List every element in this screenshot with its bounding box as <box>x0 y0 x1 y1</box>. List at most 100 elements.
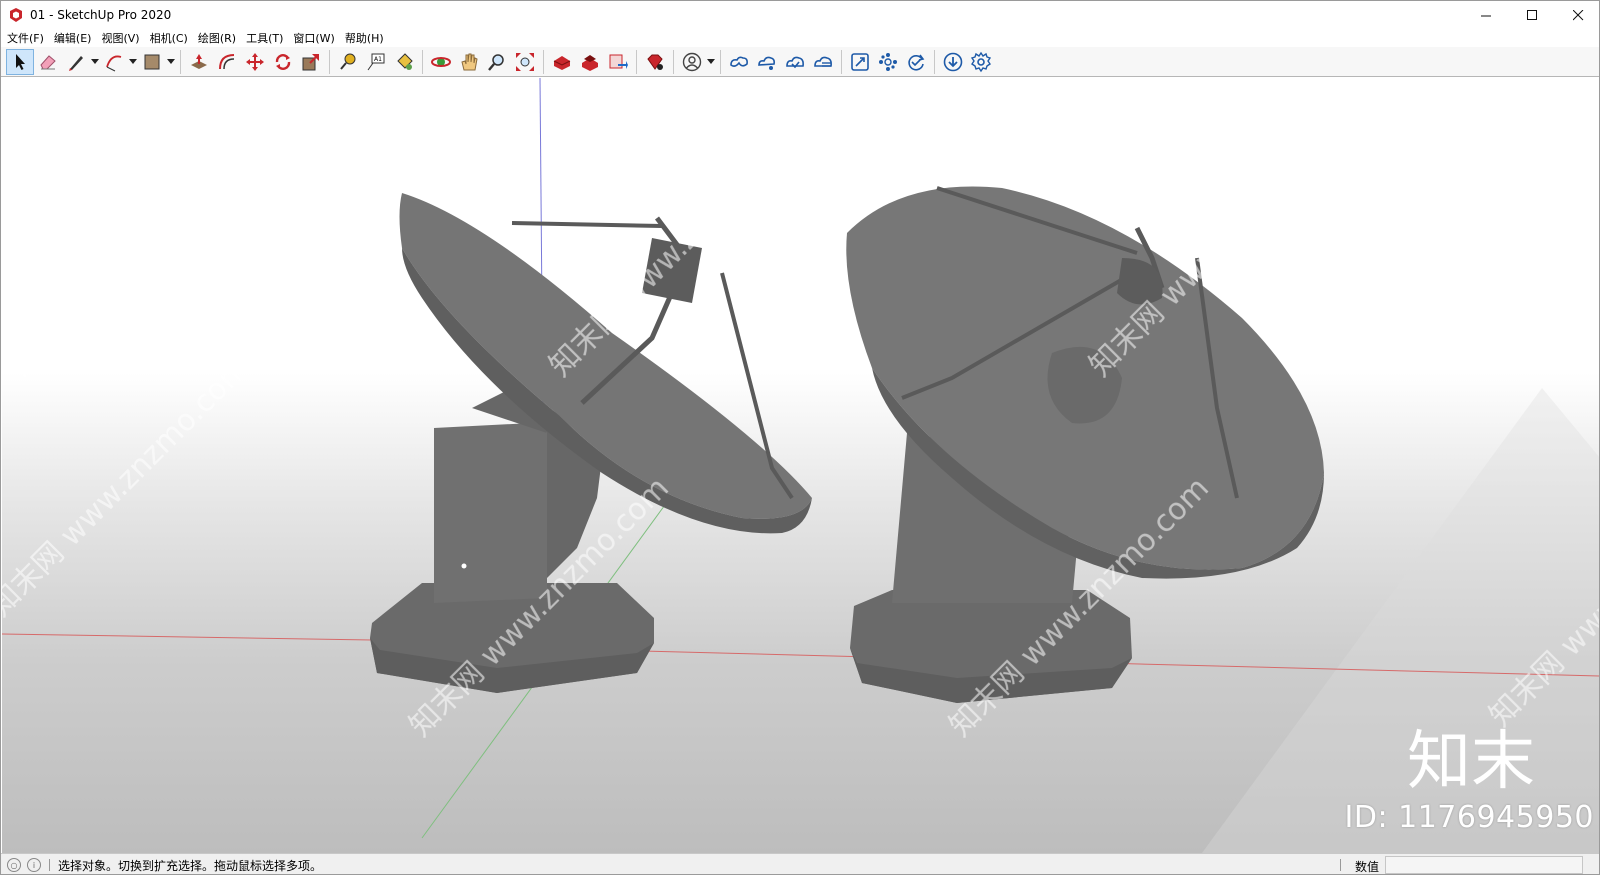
cloud-list-icon <box>814 56 832 67</box>
line-tool-button[interactable] <box>62 49 90 75</box>
arc-tool-dropdown[interactable] <box>128 49 138 75</box>
orbit-tool-button[interactable] <box>427 49 455 75</box>
paint-bucket-tool-button[interactable] <box>390 49 418 75</box>
account-dropdown[interactable] <box>706 49 716 75</box>
toolbar-divider <box>720 49 721 74</box>
arc-icon <box>106 55 122 71</box>
extension-warehouse-button[interactable] <box>576 49 604 75</box>
chevron-down-icon <box>167 58 175 64</box>
send-to-layout-button[interactable] <box>604 49 632 75</box>
zoom-extents-tool-button[interactable] <box>511 49 539 75</box>
line-tool-dropdown[interactable] <box>90 49 100 75</box>
move-tool-button[interactable] <box>241 49 269 75</box>
eraser-icon <box>40 54 56 69</box>
measurements-label: 数值 <box>1354 860 1379 874</box>
pencil-line-icon <box>69 55 83 71</box>
tape-measure-icon <box>340 53 356 70</box>
shape-tool-dropdown[interactable] <box>166 49 176 75</box>
push-pull-tool-button[interactable] <box>185 49 213 75</box>
move-icon <box>246 52 264 71</box>
toolbar-divider <box>934 49 935 74</box>
status-divider <box>49 859 50 871</box>
pan-hand-icon <box>461 53 478 70</box>
rotate-tool-button[interactable] <box>269 49 297 75</box>
menu-file[interactable]: 文件(F) <box>1 30 49 46</box>
title-bar: 01 - SketchUp Pro 2020 <box>1 1 1599 29</box>
menu-window[interactable]: 窗口(W) <box>288 30 339 46</box>
zoom-icon <box>488 53 504 71</box>
menu-view[interactable]: 视图(V) <box>96 30 144 46</box>
cloud-share-icon <box>758 56 775 70</box>
close-icon <box>1572 9 1583 20</box>
toolbar-divider <box>329 49 330 74</box>
svg-text:A1: A1 <box>374 56 382 63</box>
status-hint-text: 选择对象。切换到扩充选择。拖动鼠标选择多项。 <box>58 858 323 873</box>
select-tool-button[interactable] <box>6 48 34 75</box>
settings-button[interactable] <box>967 49 995 75</box>
3d-warehouse-button[interactable] <box>548 49 576 75</box>
cloud-open-button[interactable] <box>781 49 809 75</box>
close-button[interactable] <box>1555 1 1599 29</box>
cloud-share-button[interactable] <box>753 49 781 75</box>
status-bar: ○ i 选择对象。切换到扩充选择。拖动鼠标选择多项。 数值 <box>1 853 1599 874</box>
cloud-open-icon <box>786 56 804 68</box>
shape-tool-button[interactable] <box>138 49 166 75</box>
geo-location-icon[interactable]: ○ <box>7 858 21 872</box>
menu-tools[interactable]: 工具(T) <box>241 30 288 46</box>
trimble-connect-button[interactable] <box>725 49 753 75</box>
zoom-extents-icon <box>516 52 534 71</box>
ruby-console-button[interactable] <box>641 49 669 75</box>
offset-tool-button[interactable] <box>213 49 241 75</box>
window-title: 01 - SketchUp Pro 2020 <box>30 8 172 22</box>
scale-tool-button[interactable] <box>297 49 325 75</box>
toolbar-divider <box>636 49 637 74</box>
text-label-icon: A1 <box>367 53 385 70</box>
menu-draw[interactable]: 绘图(R) <box>193 30 241 46</box>
toolbar-divider <box>543 49 544 74</box>
orbit-icon <box>431 56 451 67</box>
satellite-dish-left <box>370 193 812 693</box>
eraser-tool-button[interactable] <box>34 49 62 75</box>
watermark-text: 知末网 www.znzmo.com <box>543 111 816 384</box>
download-icon <box>943 52 963 71</box>
chevron-down-icon <box>707 58 715 64</box>
measurements-input[interactable] <box>1385 856 1583 874</box>
trimble-connect-icon <box>730 56 748 67</box>
account-button[interactable] <box>678 49 706 75</box>
maximize-button[interactable] <box>1509 1 1555 29</box>
minimize-button[interactable] <box>1463 1 1509 29</box>
fullscreen-button[interactable] <box>846 49 874 75</box>
sketchup-logo-icon <box>10 8 22 22</box>
rectangle-shape-icon <box>144 54 160 69</box>
asset-id-label: ID: 1176945950 <box>1344 800 1594 835</box>
offset-icon <box>219 53 235 69</box>
maximize-icon <box>1526 9 1537 20</box>
pan-tool-button[interactable] <box>455 49 483 75</box>
text-tool-button[interactable]: A1 <box>362 49 390 75</box>
toolbar-divider <box>673 49 674 74</box>
arc-tool-button[interactable] <box>100 49 128 75</box>
menu-bar: 文件(F) 编辑(E) 视图(V) 相机(C) 绘图(R) 工具(T) 窗口(W… <box>1 29 1599 47</box>
warehouse-icon <box>553 55 571 70</box>
rotate-icon <box>275 53 291 70</box>
download-button[interactable] <box>939 49 967 75</box>
menu-help[interactable]: 帮助(H) <box>340 30 389 46</box>
sync-check-button[interactable] <box>902 49 930 75</box>
zoom-tool-button[interactable] <box>483 49 511 75</box>
info-icon[interactable]: i <box>27 858 41 872</box>
menu-camera[interactable]: 相机(C) <box>145 30 193 46</box>
account-icon <box>682 52 702 71</box>
components-button[interactable] <box>874 49 902 75</box>
chevron-down-icon <box>91 58 99 64</box>
menu-edit[interactable]: 编辑(E) <box>49 30 97 46</box>
modeling-viewport[interactable]: 知末网 www.znzmo.com 知末网 www.znzmo.com 知末网 … <box>2 78 1599 853</box>
watermark-text: 知末网 www.znzmo.com <box>2 351 256 624</box>
chevron-down-icon <box>129 58 137 64</box>
scene-drawing: 知末网 www.znzmo.com 知末网 www.znzmo.com 知末网 … <box>2 78 1599 853</box>
sketchup-window: 01 - SketchUp Pro 2020 文件(F) 编辑(E) 视图(V)… <box>0 0 1600 875</box>
scale-icon <box>302 53 319 70</box>
tape-measure-tool-button[interactable] <box>334 49 362 75</box>
cloud-list-button[interactable] <box>809 49 837 75</box>
extension-warehouse-icon <box>582 54 598 71</box>
main-toolbar: A1 <box>1 47 1599 77</box>
